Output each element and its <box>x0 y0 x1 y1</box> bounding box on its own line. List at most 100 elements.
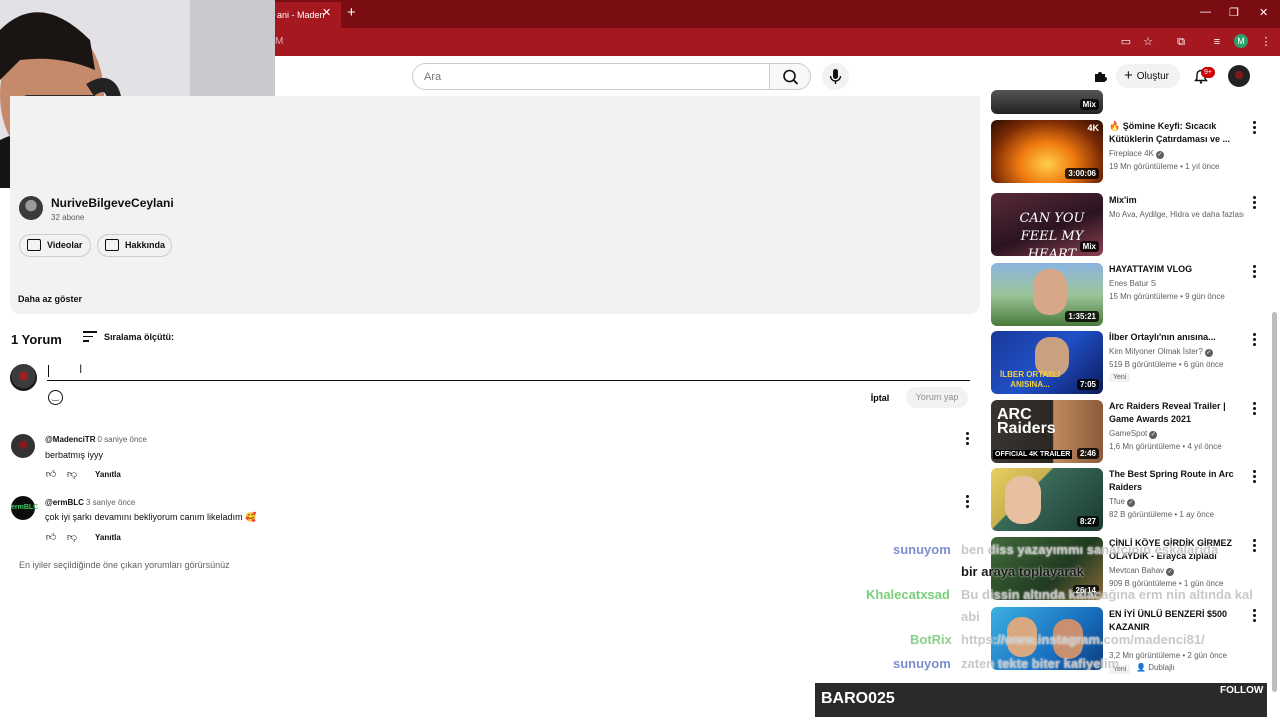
video-title[interactable]: Mix'im <box>1109 194 1239 207</box>
video-menu-icon[interactable] <box>1251 470 1257 484</box>
videos-label: Videolar <box>47 240 83 250</box>
video-thumbnail[interactable]: CAN YOU FEEL MY HEART Mix <box>991 193 1103 256</box>
voice-search-button[interactable] <box>822 63 849 90</box>
new-tab-button[interactable]: + <box>347 4 356 21</box>
videos-button[interactable]: Videolar <box>19 234 91 257</box>
sort-icon[interactable] <box>83 331 97 343</box>
comment-avatar[interactable]: ermBLC <box>11 496 38 520</box>
comment-time[interactable]: 3 saniye önce <box>86 498 135 507</box>
create-button[interactable]: + Oluştur <box>1116 64 1180 88</box>
thumbnail-figure <box>1033 269 1067 315</box>
video-menu-icon[interactable] <box>1251 333 1257 347</box>
bookmark-star-icon[interactable]: ☆ <box>1140 34 1156 50</box>
channel-name[interactable]: Mevtcan Bahav <box>1109 566 1164 575</box>
verified-icon: ✓ <box>1155 151 1164 159</box>
browser-menu-icon[interactable]: ⋮ <box>1258 34 1274 50</box>
channel-name[interactable]: GameSpot <box>1109 429 1147 438</box>
puzzle-icon[interactable] <box>1093 69 1108 84</box>
video-title[interactable]: EN İYİ ÜNLÜ BENZERİ $500 KAZANIR <box>1109 608 1239 634</box>
media-control-icon[interactable]: ≡ <box>1209 34 1225 50</box>
video-duration: 7:05 <box>1076 379 1099 390</box>
video-stats: 19 Mn görüntüleme • 1 yıl önce <box>1109 162 1220 171</box>
channel-name[interactable]: Kim Milyoner Olmak İster? <box>1109 347 1203 356</box>
subscriber-count: 32 abone <box>51 213 85 222</box>
video-thumbnail[interactable]: ARC Raiders OFFICIAL 4K TRAILER 2:46 <box>991 400 1103 463</box>
show-less-link[interactable]: Daha az göster <box>18 294 82 304</box>
follower-name: BARO025 <box>821 690 895 707</box>
emoji-icon[interactable]: ‿ <box>48 390 63 405</box>
browser-profile-avatar[interactable]: M <box>1234 34 1248 48</box>
video-menu-icon[interactable] <box>1251 265 1257 279</box>
address-bar-text[interactable]: M <box>275 36 283 47</box>
close-window-icon[interactable]: ✕ <box>1259 6 1268 19</box>
video-menu-icon[interactable] <box>1251 402 1257 416</box>
sort-button[interactable]: Sıralama ölçütü: <box>104 332 174 342</box>
video-thumbnail[interactable]: 8:27 <box>991 468 1103 531</box>
comment-input[interactable] <box>47 361 970 381</box>
dubbed-text: Dublajlı <box>1148 663 1175 672</box>
reply-button[interactable]: Yanıtla <box>95 470 121 479</box>
cancel-button[interactable]: İptal <box>862 389 898 407</box>
comment-author[interactable]: @ermBLC <box>45 498 84 507</box>
about-button[interactable]: Hakkında <box>97 234 172 257</box>
video-title[interactable]: Arc Raiders Reveal Trailer | Game Awards… <box>1109 400 1239 426</box>
comment-avatar[interactable] <box>11 434 35 458</box>
verified-icon: ✓ <box>1166 568 1175 576</box>
video-thumbnail[interactable]: İLBER ORTAYLI ANISINA... 7:05 <box>991 331 1103 394</box>
search-button[interactable] <box>769 63 811 90</box>
video-menu-icon[interactable] <box>1251 609 1257 623</box>
microphone-icon <box>829 69 842 84</box>
like-icon[interactable]: 👍︎ <box>45 469 57 481</box>
video-title[interactable]: İlber Ortaylı'nın anısına... <box>1109 331 1239 344</box>
comment-time[interactable]: 0 saniye önce <box>97 435 146 444</box>
cast-icon[interactable]: ▭ <box>1118 34 1134 50</box>
chat-message: https://www.instagram.com/madenci81/ <box>961 632 1205 647</box>
restore-icon[interactable]: ❐ <box>1229 6 1239 19</box>
extensions-icon[interactable]: ⧉ <box>1173 34 1189 50</box>
channel-name[interactable]: Fireplace 4K <box>1109 149 1154 158</box>
video-duration: 3:00:06 <box>1065 168 1099 179</box>
thumbnail-overlay-text: İLBER ORTAYLI ANISINA... <box>999 370 1060 389</box>
sidebar-scrollbar[interactable] <box>1272 312 1277 692</box>
search-input[interactable] <box>424 64 754 89</box>
video-menu-icon[interactable] <box>1251 196 1257 210</box>
video-channel[interactable]: GameSpot ✓ <box>1109 427 1244 441</box>
video-title[interactable]: HAYATTAYIM VLOG <box>1109 263 1239 276</box>
video-title[interactable]: 🔥 Şömine Keyfi: Sıcacık Kütüklerin Çatır… <box>1109 120 1239 146</box>
video-title[interactable]: The Best Spring Route in Arc Raiders <box>1109 468 1239 494</box>
reply-button[interactable]: Yanıtla <box>95 533 121 542</box>
video-channel[interactable]: Fireplace 4K ✓ <box>1109 147 1244 161</box>
video-thumbnail[interactable]: 4K 3:00:06 <box>991 120 1103 183</box>
dislike-icon[interactable]: 👎︎ <box>66 469 78 481</box>
submit-comment-button[interactable]: Yorum yap <box>906 387 968 408</box>
video-channel[interactable]: Mevtcan Bahav ✓ <box>1109 564 1244 578</box>
ibeam-cursor-icon: I <box>79 362 83 376</box>
video-menu-icon[interactable] <box>1251 539 1257 553</box>
video-channel[interactable]: Mo Ava, Aydilge, Hidra ve daha fazlası <box>1109 208 1244 222</box>
channel-avatar[interactable] <box>19 196 43 220</box>
video-thumbnail[interactable]: Mix <box>991 90 1103 114</box>
tab-close-icon[interactable]: ✕ <box>322 6 331 19</box>
channel-name[interactable]: NuriveBilgeveCeylani <box>51 196 174 210</box>
comment-header: @ermBLC 3 saniye önce <box>45 498 135 507</box>
video-channel[interactable]: Tfue ✓ <box>1109 495 1244 509</box>
like-icon[interactable]: 👍︎ <box>45 532 57 544</box>
tab-title: ani - Maden <box>277 10 325 20</box>
chat-message: ben diss yazayımmı sanatçının eşkalarıda <box>961 542 1219 557</box>
dislike-icon[interactable]: 👎︎ <box>66 532 78 544</box>
video-channel[interactable]: Kim Milyoner Olmak İster? ✓ <box>1109 345 1244 359</box>
search-icon <box>783 69 799 85</box>
comment-menu-icon[interactable] <box>964 495 970 509</box>
comment-author[interactable]: @MadenciTR <box>45 435 95 444</box>
account-avatar[interactable] <box>1228 65 1250 87</box>
search-box <box>412 63 770 90</box>
video-channel[interactable]: Enes Batur S <box>1109 277 1244 291</box>
minimize-icon[interactable]: — <box>1200 6 1211 18</box>
about-label: Hakkında <box>125 240 166 250</box>
text-caret <box>48 365 49 377</box>
video-thumbnail[interactable]: 1:35:21 <box>991 263 1103 326</box>
channel-name[interactable]: Tfue <box>1109 497 1125 506</box>
video-menu-icon[interactable] <box>1251 121 1257 135</box>
comment-menu-icon[interactable] <box>964 432 970 446</box>
create-label: Oluştur <box>1136 71 1169 82</box>
